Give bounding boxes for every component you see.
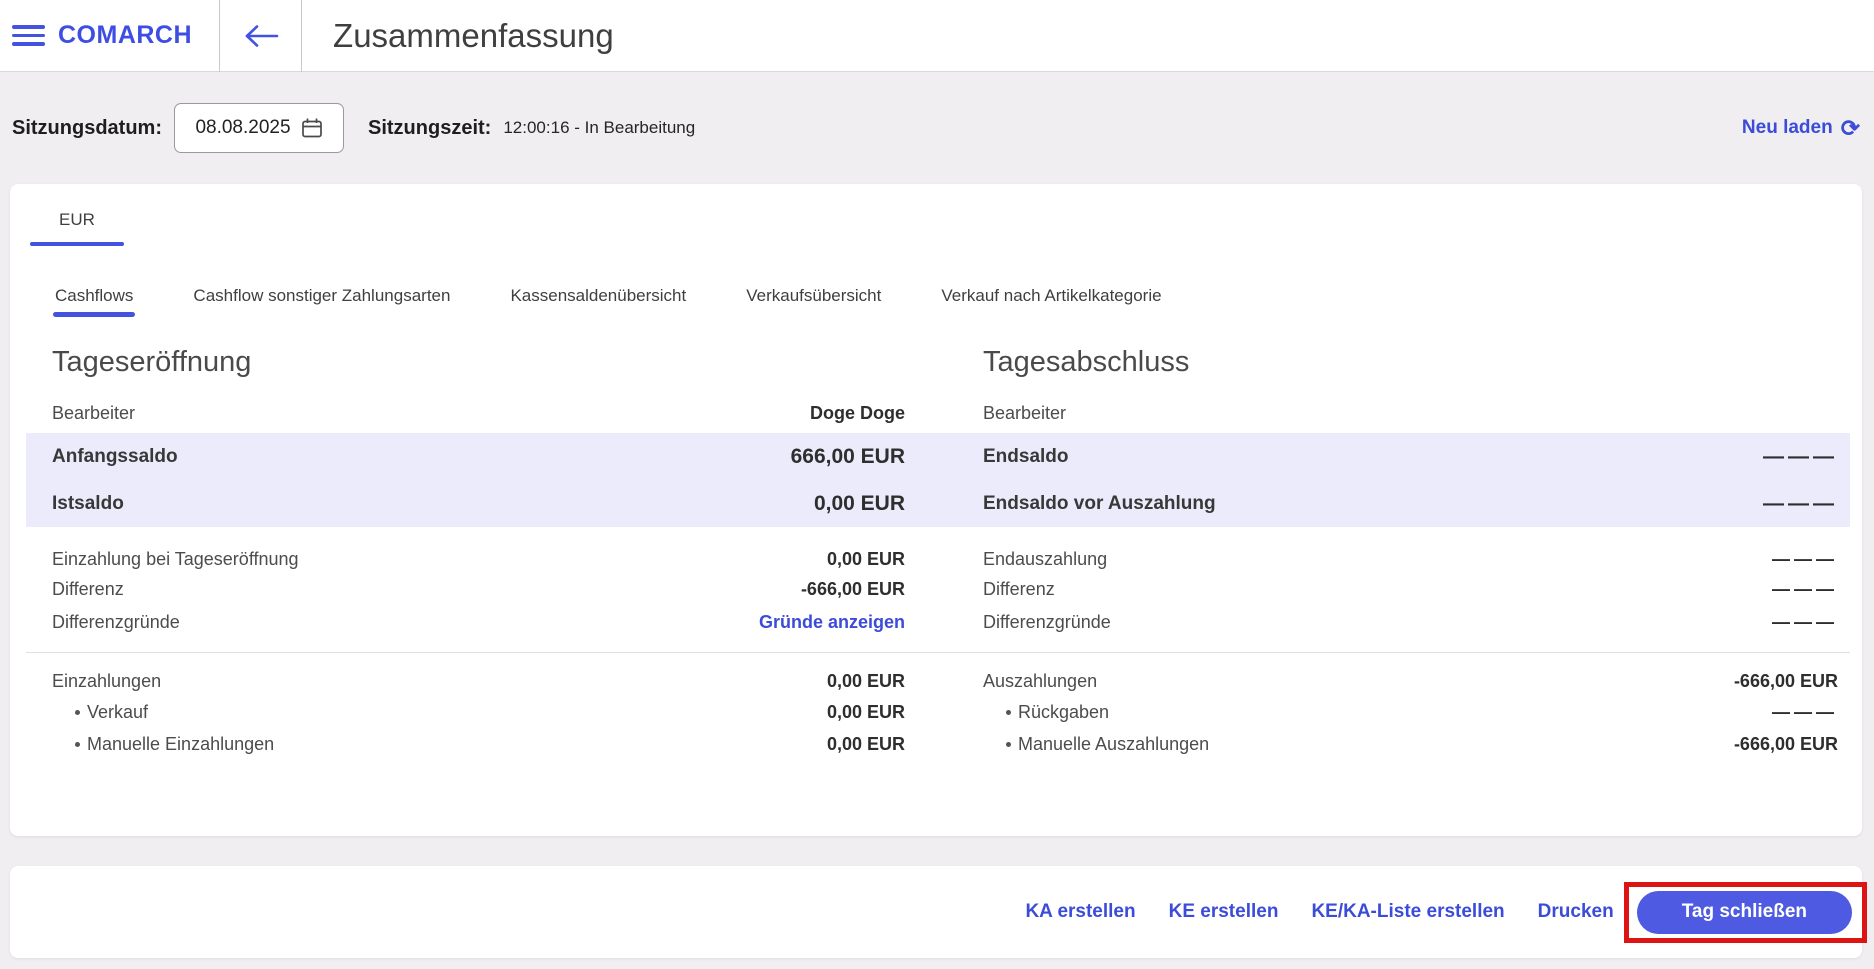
row-value: 0,00 EUR <box>826 670 905 691</box>
hamburger-icon <box>12 25 45 29</box>
row-label: Bearbeiter <box>983 402 1067 423</box>
app-header: COMARCH Zusammenfassung <box>0 0 1874 72</box>
table-row: Anfangssaldo 666,00 EUR Endsaldo ——— <box>26 433 1850 480</box>
opening-section-title: Tageseröffnung <box>52 346 252 378</box>
summary-table: Bearbeiter Doge Doge Bearbeiter Anfangss… <box>26 393 1850 760</box>
row-label: Rückgaben <box>1018 701 1110 722</box>
row-value: 0,00 EUR <box>826 548 905 569</box>
row-label: Differenzgründe <box>983 611 1111 632</box>
annotation-box: Tag schließen <box>1623 881 1867 943</box>
section-divider <box>26 652 1850 653</box>
row-label: Istsaldo <box>52 492 124 514</box>
reload-icon: ⟳ <box>1840 114 1860 141</box>
row-label: Anfangssaldo <box>52 445 178 467</box>
back-button[interactable] <box>220 23 301 49</box>
create-ke-link[interactable]: KE erstellen <box>1169 901 1279 923</box>
currency-tabs: EUR <box>10 184 1862 246</box>
row-value: -666,00 EUR <box>1733 670 1838 691</box>
active-subtab-underline <box>53 312 136 317</box>
table-row: Differenzgründe Gründe anzeigen Differen… <box>26 604 1850 640</box>
hamburger-icon <box>12 42 45 46</box>
row-label: Bearbeiter <box>52 402 136 423</box>
subtab-kassensaldenuebersicht[interactable]: Kassensaldenübersicht <box>480 286 716 317</box>
closing-section-title: Tagesabschluss <box>983 346 1190 378</box>
row-value: ——— <box>1772 701 1838 722</box>
subtab-verkaufsuebersicht[interactable]: Verkaufsübersicht <box>716 286 911 317</box>
subtab-cashflows[interactable]: Cashflows <box>25 286 163 317</box>
row-label: Manuelle Auszahlungen <box>1018 733 1210 754</box>
subtab-verkauf-nach-artikelkategorie[interactable]: Verkauf nach Artikelkategorie <box>911 286 1191 317</box>
session-date-label: Sitzungsdatum: <box>12 116 162 139</box>
header-divider <box>301 0 303 72</box>
row-label: Auszahlungen <box>983 670 1098 691</box>
row-label: Endsaldo <box>983 445 1069 467</box>
highlighted-rows: Anfangssaldo 666,00 EUR Endsaldo ——— Ist… <box>26 433 1850 527</box>
subtab-cashflow-sonstiger-zahlungsarten[interactable]: Cashflow sonstiger Zahlungsarten <box>163 286 480 317</box>
row-value: 0,00 EUR <box>813 491 905 515</box>
arrow-left-icon <box>245 24 278 47</box>
row-label: Differenzgründe <box>52 611 180 632</box>
row-label: Einzahlung bei Tageseröffnung <box>52 548 299 569</box>
table-row: Differenz -666,00 EUR Differenz ——— <box>26 574 1850 604</box>
session-date-value: 08.08.2025 <box>195 117 291 138</box>
row-label: Endauszahlung <box>983 548 1108 569</box>
bullet-icon <box>75 709 80 715</box>
row-value: ——— <box>1763 491 1838 515</box>
create-ke-ka-list-link[interactable]: KE/KA-Liste erstellen <box>1311 901 1504 923</box>
session-time-value: 12:00:16 - In Bearbeitung <box>503 118 696 137</box>
row-value: ——— <box>1763 444 1838 468</box>
show-reasons-link[interactable]: Gründe anzeigen <box>759 612 905 633</box>
table-row: Einzahlungen 0,00 EUR Auszahlungen -666,… <box>26 666 1850 696</box>
bullet-icon <box>75 741 80 747</box>
row-label: Differenz <box>52 578 124 599</box>
row-value: ——— <box>1772 578 1838 599</box>
session-time-label: Sitzungszeit: <box>368 116 492 139</box>
reload-label: Neu laden <box>1741 117 1833 138</box>
row-value: 0,00 EUR <box>826 701 905 722</box>
session-date-input[interactable]: 08.08.2025 <box>174 103 344 153</box>
row-value: 0,00 EUR <box>826 733 905 754</box>
row-value: -666,00 EUR <box>800 578 905 599</box>
create-ka-link[interactable]: KA erstellen <box>1025 901 1135 923</box>
calendar-icon <box>301 118 322 138</box>
table-row: Istsaldo 0,00 EUR Endsaldo vor Auszahlun… <box>26 480 1850 527</box>
table-row: Manuelle Einzahlungen 0,00 EUR Manuelle … <box>26 728 1850 760</box>
row-label: Manuelle Einzahlungen <box>87 733 275 754</box>
bullet-icon <box>1006 709 1011 715</box>
table-row: Verkauf 0,00 EUR Rückgaben ——— <box>26 696 1850 728</box>
reload-link[interactable]: Neu laden ⟳ <box>1741 114 1860 141</box>
row-label: Differenz <box>983 578 1055 599</box>
row-value: 666,00 EUR <box>790 444 905 468</box>
table-row: Einzahlung bei Tageseröffnung 0,00 EUR E… <box>26 544 1850 574</box>
hamburger-icon <box>12 33 45 38</box>
row-label: Verkauf <box>87 701 149 722</box>
active-tab-underline <box>30 242 124 246</box>
session-row: Sitzungsdatum: 08.08.2025 Sitzungszeit: … <box>0 72 1874 184</box>
action-bar: KA erstellen KE erstellen KE/KA-Liste er… <box>10 866 1867 958</box>
row-value: Doge Doge <box>809 402 905 423</box>
subtab-bar: Cashflows Cashflow sonstiger Zahlungsart… <box>10 286 1862 317</box>
print-link[interactable]: Drucken <box>1538 901 1614 923</box>
row-value: ——— <box>1772 611 1838 632</box>
bullet-icon <box>1006 741 1011 747</box>
summary-card: EUR Cashflows Cashflow sonstiger Zahlung… <box>10 184 1862 836</box>
row-value: ——— <box>1772 548 1838 569</box>
tab-eur[interactable]: EUR <box>30 210 124 246</box>
comarch-logo: COMARCH <box>58 21 193 49</box>
table-row: Bearbeiter Doge Doge Bearbeiter <box>26 393 1850 433</box>
close-day-button[interactable]: Tag schließen <box>1636 890 1852 934</box>
row-value: -666,00 EUR <box>1733 733 1838 754</box>
page-title: Zusammenfassung <box>333 16 614 54</box>
row-label: Einzahlungen <box>52 670 162 691</box>
menu-button[interactable] <box>12 20 45 51</box>
row-label: Endsaldo vor Auszahlung <box>983 492 1216 514</box>
